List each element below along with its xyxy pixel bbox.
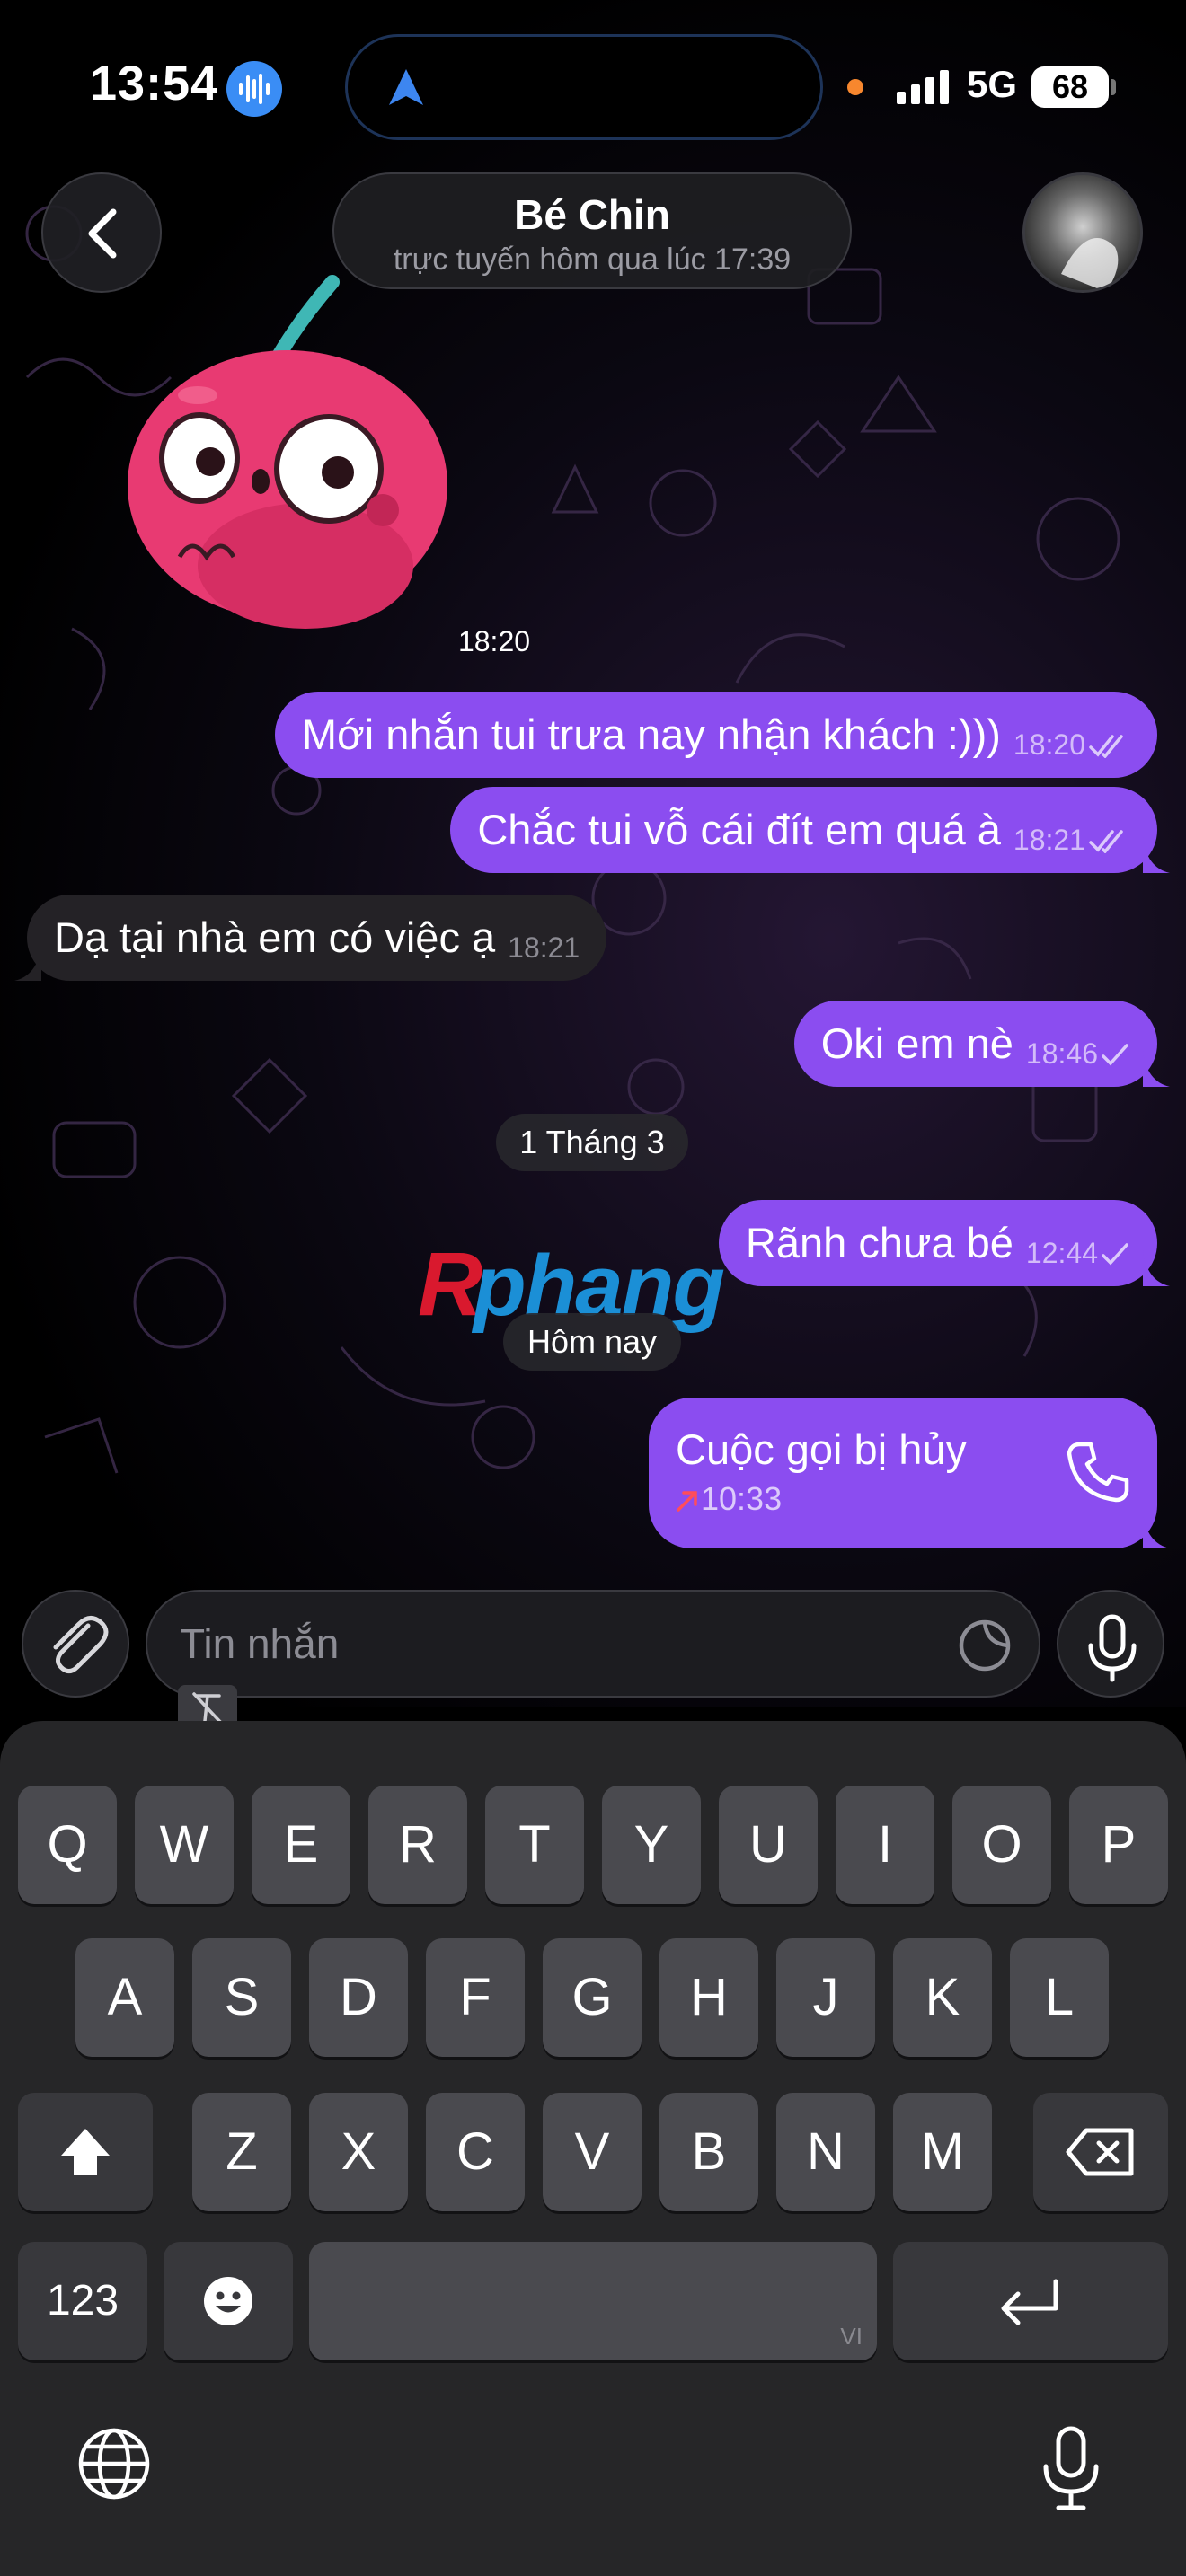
navigation-arrow-icon (389, 69, 423, 105)
message-outgoing[interactable]: Chắc tui vỗ cái đít em quá à 18:21 (450, 787, 1170, 873)
mic-icon (1088, 1614, 1137, 1682)
privacy-dot (847, 79, 863, 95)
sent-check-icon (1102, 1243, 1128, 1266)
battery-tip (1111, 79, 1116, 95)
bubble-tail (1143, 1250, 1170, 1286)
message-time: 18:21 (1013, 824, 1085, 856)
message-text: Mới nhắn tui trưa nay nhận khách :))) (301, 710, 1001, 758)
key-l[interactable]: L (1010, 1938, 1109, 2057)
siri-wave-icon (226, 61, 282, 117)
key-s[interactable]: S (192, 1938, 291, 2057)
back-chevron-icon (88, 208, 117, 259)
message-outgoing[interactable]: Rãnh chưa bé 12:44 (718, 1200, 1170, 1286)
clock: 13:54 (90, 57, 219, 110)
message-time: 18:20 (1013, 728, 1085, 761)
network-type: 5G (967, 63, 1018, 105)
date-separator: Hôm nay (503, 1313, 681, 1371)
key-y[interactable]: Y (602, 1786, 701, 1904)
key-j[interactable]: J (776, 1938, 875, 2057)
space-key[interactable]: VI (309, 2242, 877, 2360)
message-time: 18:21 (508, 931, 580, 964)
signal-icon (897, 70, 949, 104)
key-h[interactable]: H (659, 1938, 758, 2057)
backspace-key[interactable] (1033, 2093, 1168, 2211)
key-g[interactable]: G (543, 1938, 642, 2057)
key-b[interactable]: B (659, 2093, 758, 2211)
bubble-tail (1143, 837, 1170, 873)
message-time: 12:44 (1025, 1237, 1098, 1269)
message-text: Chắc tui vỗ cái đít em quá à (477, 806, 1001, 853)
bubble-tail (14, 945, 41, 981)
key-n[interactable]: N (776, 2093, 875, 2211)
return-key[interactable] (893, 2242, 1168, 2360)
key-c[interactable]: C (426, 2093, 525, 2211)
message-incoming[interactable]: Dạ tại nhà em có việc ạ 18:21 (14, 895, 607, 981)
cherry-sticker[interactable] (117, 269, 458, 647)
message-text: Rãnh chưa bé (745, 1219, 1013, 1266)
key-d[interactable]: D (309, 1938, 408, 2057)
status-bar: 13:54 5G 68 (0, 0, 1186, 171)
key-m[interactable]: M (893, 2093, 992, 2211)
read-check-icon (1089, 830, 1123, 853)
key-a[interactable]: A (75, 1938, 174, 2057)
return-icon (1001, 2279, 1058, 2325)
dynamic-island[interactable] (345, 34, 823, 140)
call-status-text: Cuộc gọi bị hủy (676, 1425, 967, 1473)
voice-message-button[interactable] (1057, 1590, 1164, 1698)
sticker-icon[interactable] (956, 1617, 1013, 1674)
globe-icon[interactable] (75, 2425, 153, 2502)
bubble-tail (1143, 1513, 1170, 1548)
phone-icon[interactable] (1064, 1437, 1132, 1505)
key-k[interactable]: K (893, 1938, 992, 2057)
message-time: 18:46 (1025, 1037, 1098, 1070)
message-text: Dạ tại nhà em có việc ạ (54, 913, 496, 961)
battery-level: 68 (1031, 66, 1109, 108)
read-check-icon (1089, 735, 1123, 758)
emoji-icon (204, 2277, 252, 2325)
contact-name: Bé Chin (514, 191, 670, 238)
key-v[interactable]: V (543, 2093, 642, 2211)
language-label: VI (840, 2323, 863, 2350)
message-outgoing[interactable]: Mới nhắn tui trưa nay nhận khách :))) 18:… (274, 692, 1157, 778)
key-r[interactable]: R (368, 1786, 467, 1904)
key-z[interactable]: Z (192, 2093, 291, 2211)
key-p[interactable]: P (1069, 1786, 1168, 1904)
key-o[interactable]: O (952, 1786, 1051, 1904)
call-message[interactable]: Cuộc gọi bị hủy 10:33 (649, 1398, 1170, 1548)
key-q[interactable]: Q (18, 1786, 117, 1904)
message-input[interactable] (180, 1592, 898, 1696)
message-text: Oki em nè (820, 1019, 1013, 1067)
message-input-field[interactable] (146, 1590, 1040, 1698)
sent-check-icon (1102, 1044, 1128, 1066)
attach-icon (53, 1616, 109, 1674)
key-u[interactable]: U (719, 1786, 818, 1904)
numbers-key[interactable]: 123 (18, 2242, 147, 2360)
outgoing-call-arrow-icon (677, 1491, 697, 1512)
bubble-tail (1143, 1051, 1170, 1087)
shift-key[interactable] (18, 2093, 153, 2211)
backspace-icon (1066, 2128, 1134, 2176)
attach-button[interactable] (22, 1590, 129, 1698)
key-i[interactable]: I (836, 1786, 934, 1904)
key-t[interactable]: T (485, 1786, 584, 1904)
sticker-timestamp: 18:20 (457, 625, 531, 657)
shift-icon (61, 2129, 110, 2175)
key-w[interactable]: W (135, 1786, 234, 1904)
message-outgoing[interactable]: Oki em nè 18:46 (793, 1001, 1170, 1087)
dictation-icon[interactable] (1033, 2425, 1109, 2511)
key-e[interactable]: E (252, 1786, 350, 1904)
avatar[interactable] (1022, 172, 1143, 293)
call-time: 10:33 (701, 1480, 783, 1517)
key-f[interactable]: F (426, 1938, 525, 2057)
date-separator: 1 Tháng 3 (496, 1114, 688, 1171)
key-x[interactable]: X (309, 2093, 408, 2211)
emoji-key[interactable] (164, 2242, 293, 2360)
